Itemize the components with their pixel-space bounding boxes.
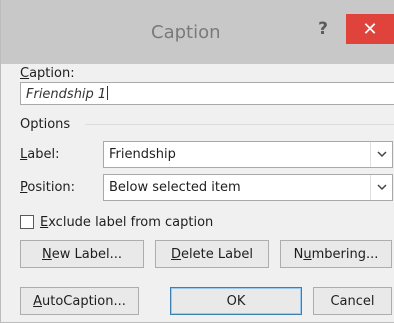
chevron-down-icon[interactable] <box>370 175 392 200</box>
caption-dialog: Caption ? ✕ Caption: Friendship 1 Option… <box>0 0 394 323</box>
position-field-label: Position: <box>20 180 76 195</box>
chevron-down-icon[interactable] <box>370 142 392 167</box>
numbering-button[interactable]: Nu mbering... <box>280 240 392 268</box>
dialog-title: Caption <box>151 22 221 43</box>
delete-label-button[interactable]: Delete Label <box>155 240 269 268</box>
position-select[interactable]: Below selected item <box>103 174 393 201</box>
position-select-value: Below selected item <box>109 180 241 195</box>
help-icon[interactable]: ? <box>314 19 332 41</box>
label-select-value: Friendship <box>109 147 176 162</box>
label-select[interactable]: Friendship <box>103 141 393 168</box>
caption-label: Caption: <box>20 66 75 81</box>
title-bar[interactable]: Caption ? ✕ <box>1 0 394 64</box>
new-label-button[interactable]: New Label... <box>20 240 144 268</box>
text-caret <box>107 86 109 100</box>
caption-input[interactable]: Friendship 1 <box>20 82 394 105</box>
caption-input-value: Friendship 1 <box>26 87 107 102</box>
autocaption-button[interactable]: AutoCaption... <box>20 287 139 315</box>
exclude-label-checkbox[interactable] <box>20 215 34 229</box>
options-divider <box>85 124 394 125</box>
close-button[interactable]: ✕ <box>346 14 394 44</box>
close-icon: ✕ <box>362 18 378 40</box>
exclude-label-text[interactable]: Exclude label from caption <box>40 215 213 230</box>
ok-button[interactable]: OK <box>170 287 302 315</box>
options-heading: Options <box>20 117 71 132</box>
label-field-label: Label: <box>20 147 60 162</box>
cancel-button[interactable]: Cancel <box>313 287 392 315</box>
